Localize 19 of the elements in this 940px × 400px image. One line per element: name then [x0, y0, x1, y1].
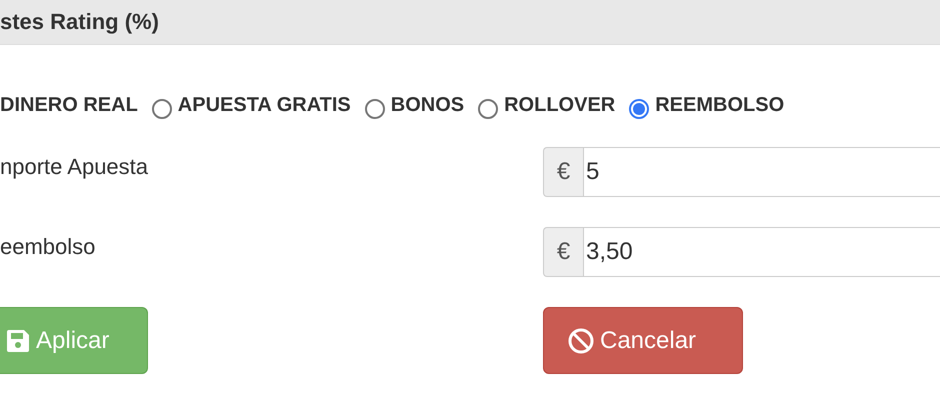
- radio-button[interactable]: [629, 99, 650, 119]
- currency-addon: €: [543, 147, 583, 197]
- section-title: stes Rating (%): [0, 9, 159, 35]
- amount-input[interactable]: 5: [583, 147, 940, 197]
- ban-icon: [568, 328, 594, 354]
- radio-label: APUESTA GRATIS: [178, 94, 351, 116]
- field-label: eembolso: [0, 234, 96, 260]
- cancel-button[interactable]: Cancelar: [543, 307, 743, 374]
- radio-label: DINERO REAL: [0, 94, 138, 116]
- radio-label: ROLLOVER: [504, 94, 616, 116]
- radio-label: REEMBOLSO: [655, 94, 784, 116]
- currency-addon: €: [543, 227, 583, 277]
- amount-input[interactable]: 3,50: [583, 227, 940, 277]
- radio-button[interactable]: [364, 99, 385, 119]
- field-label: nporte Apuesta: [0, 154, 150, 180]
- save-icon: [6, 328, 30, 352]
- radio-button[interactable]: [152, 99, 172, 119]
- radio-label: BONOS: [390, 94, 464, 116]
- radio-button[interactable]: [478, 99, 498, 119]
